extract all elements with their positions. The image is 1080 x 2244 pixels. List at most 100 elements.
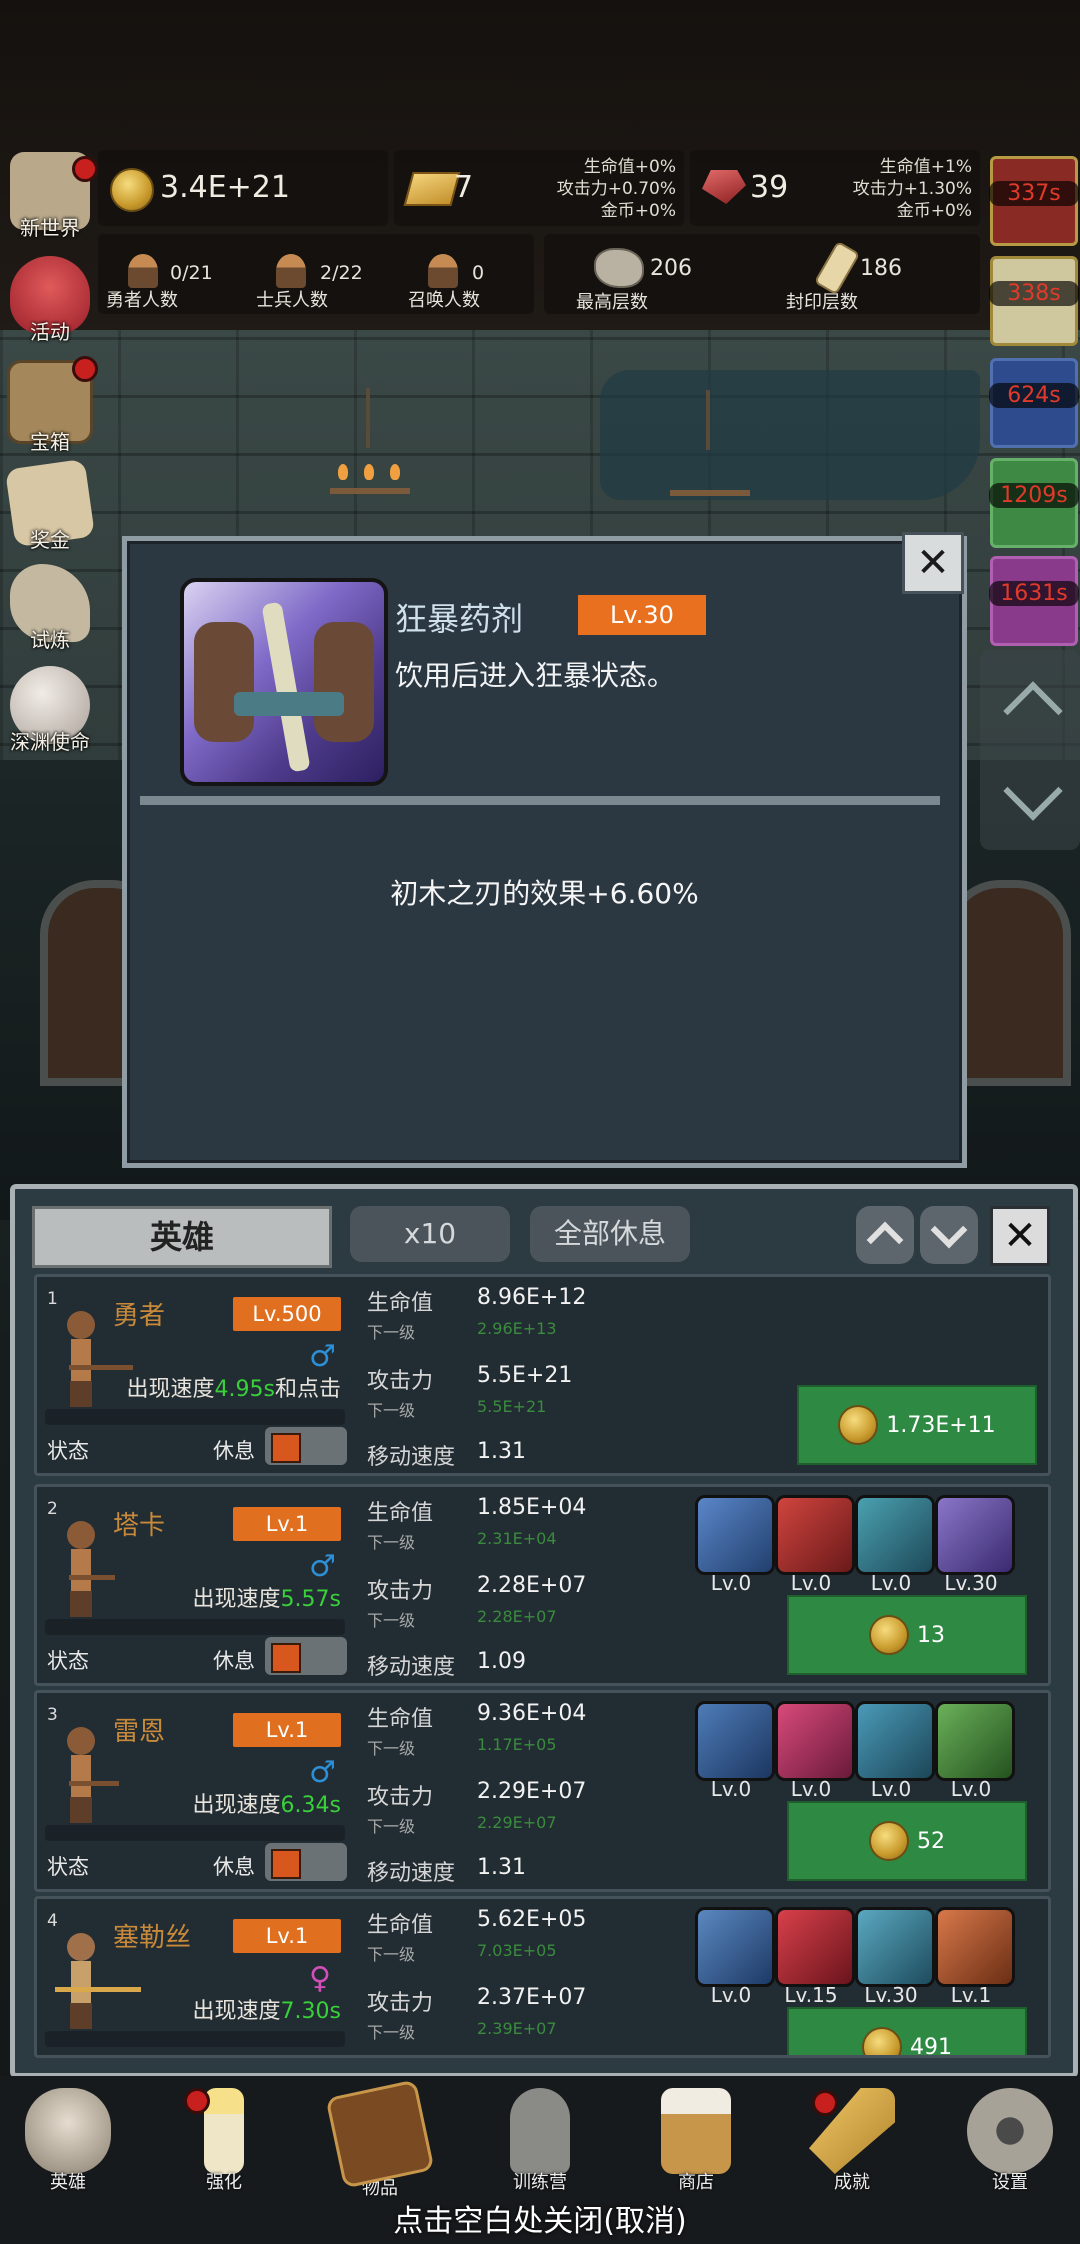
menu-bonus-label: 奖金	[30, 528, 70, 552]
hero-number: 3	[47, 1705, 58, 1725]
nav-items[interactable]: 物品	[325, 2079, 435, 2200]
candle-icon	[204, 2088, 244, 2174]
level-up-button[interactable]: 13	[787, 1595, 1027, 1675]
hp-label: 生命值	[367, 1707, 434, 1732]
level-up-cost: 52	[917, 1828, 945, 1854]
next-level-label: 下一级	[367, 1945, 416, 1964]
level-up-button[interactable]: 1.73E+11	[797, 1385, 1037, 1465]
beer-mug-icon	[661, 2088, 731, 2174]
ruby-atk-bonus: 攻击力+1.30%	[852, 179, 972, 199]
ruby-value: 39	[750, 170, 789, 205]
hand-left	[194, 622, 254, 742]
chevron-down-icon[interactable]	[1003, 761, 1063, 821]
chevron-down-icon	[930, 1211, 968, 1249]
menu-trial[interactable]: 试炼	[4, 564, 96, 653]
blade-shape	[261, 601, 311, 773]
hero-name: 塔卡	[113, 1511, 166, 1541]
ruby-hp-bonus: 生命值+1%	[879, 157, 972, 177]
chevron-up-icon[interactable]	[1003, 681, 1063, 741]
hp-next-value: 2.31E+04	[477, 1529, 557, 1548]
rest-label: 休息	[213, 1855, 255, 1879]
panel-up-button[interactable]	[856, 1206, 914, 1264]
nav-settings[interactable]: 设置	[960, 2088, 1060, 2194]
atk-label: 攻击力	[367, 1991, 434, 2016]
lantern-icon	[510, 2088, 570, 2174]
chandelier-left	[330, 388, 410, 494]
dagger-equip-icon[interactable]	[775, 1701, 855, 1781]
dagger-equip-icon[interactable]	[935, 1907, 1015, 1987]
spawn-value: 6.34s	[280, 1793, 341, 1818]
boots-equip-icon[interactable]	[855, 1907, 935, 1987]
hero-progress-bar	[45, 1825, 345, 1841]
guard-shape	[234, 692, 344, 716]
rest-toggle[interactable]	[265, 1637, 347, 1675]
serpent-equip-icon[interactable]	[935, 1701, 1015, 1781]
tab-hero[interactable]: 英雄	[32, 1206, 332, 1268]
summon-count-label: 召唤人数	[408, 290, 480, 311]
boots-equip-icon[interactable]	[855, 1495, 935, 1575]
timer-text-2: 338s	[989, 281, 1079, 306]
wall-crack	[600, 370, 980, 500]
nav-shop[interactable]: 商店	[646, 2088, 746, 2194]
level-up-button[interactable]: 491	[787, 2007, 1027, 2055]
gold-coin-bonus: 金币+0%	[600, 201, 676, 221]
summon-count-value: 0	[472, 262, 485, 284]
rest-all-button[interactable]: 全部休息	[530, 1206, 690, 1262]
atk-next-value: 2.28E+07	[477, 1607, 557, 1626]
hp-next-value: 7.03E+05	[477, 1941, 557, 1960]
boots-equip-icon[interactable]	[855, 1701, 935, 1781]
timer-slot-3[interactable]: 624s	[989, 358, 1079, 448]
timer-slot-1[interactable]: 337s	[989, 156, 1079, 246]
hero-name: 塞勒丝	[113, 1923, 192, 1953]
close-hint[interactable]: 点击空白处关闭(取消)	[0, 2196, 1080, 2240]
speed-value: 1.09	[477, 1649, 526, 1674]
hero-count-label: 勇者人数	[106, 290, 178, 311]
rest-toggle[interactable]	[265, 1843, 347, 1881]
male-icon: ♂	[309, 1339, 336, 1374]
coin-icon	[862, 2027, 902, 2055]
panel-down-button[interactable]	[920, 1206, 978, 1264]
ruby-counter: 39 生命值+1% 攻击力+1.30% 金币+0%	[690, 150, 980, 226]
female-icon: ♀	[309, 1961, 331, 1996]
atk-value: 5.5E+21	[477, 1363, 573, 1388]
rest-toggle[interactable]	[265, 1427, 347, 1465]
max-floor-value: 206	[650, 256, 692, 281]
beast-equip-icon[interactable]	[775, 1907, 855, 1987]
menu-bonus[interactable]: 奖金	[4, 458, 96, 553]
item-effect: 初木之刃的效果+6.60%	[390, 877, 699, 910]
timer-slot-4[interactable]: 1209s	[989, 458, 1079, 548]
next-level-label: 下一级	[367, 2023, 416, 2042]
panel-close-button[interactable]: ✕	[990, 1206, 1050, 1266]
book-icon	[325, 2079, 435, 2189]
notification-dot	[184, 2088, 210, 2114]
speed-label: 移动速度	[367, 1655, 456, 1680]
berserk-potion-icon	[180, 578, 388, 786]
spawn-speed: 出现速度4.95s和点击	[37, 1371, 341, 1403]
potion-equip-icon[interactable]	[935, 1495, 1015, 1575]
nav-training[interactable]: 训练营	[490, 2088, 590, 2194]
shield-equip-icon[interactable]	[695, 1495, 775, 1575]
equip-level: Lv.0	[710, 1777, 752, 1801]
popup-close-button[interactable]: ✕	[902, 532, 964, 594]
spawn-prefix: 出现速度	[126, 1377, 215, 1402]
gear-icon	[967, 2088, 1053, 2174]
menu-abyss-mission-label: 深渊使命	[10, 730, 90, 754]
axe-equip-icon[interactable]	[775, 1495, 855, 1575]
ruby-bonus: 生命值+1% 攻击力+1.30% 金币+0%	[853, 156, 972, 222]
spawn-prefix: 出现速度	[192, 1999, 281, 2024]
star-shield-equip-icon[interactable]	[695, 1907, 775, 1987]
multiplier-button[interactable]: x10	[350, 1206, 510, 1262]
coin-icon	[110, 168, 154, 212]
hp-label: 生命值	[367, 1291, 434, 1316]
hp-value: 5.62E+05	[477, 1907, 587, 1932]
timer-slot-2[interactable]: 338s	[989, 256, 1079, 346]
gold-bar-icon	[403, 172, 461, 206]
equip-level: Lv.15	[784, 1983, 838, 2007]
hero-number: 4	[47, 1911, 58, 1931]
level-up-button[interactable]: 52	[787, 1801, 1027, 1881]
nav-hero[interactable]: 英雄	[18, 2088, 118, 2194]
menu-abyss-mission[interactable]: 深渊使命	[4, 666, 96, 755]
sword-equip-icon[interactable]	[695, 1701, 775, 1781]
menu-event[interactable]: 活动	[4, 256, 96, 345]
timer-slot-5[interactable]: 1631s	[989, 556, 1079, 646]
